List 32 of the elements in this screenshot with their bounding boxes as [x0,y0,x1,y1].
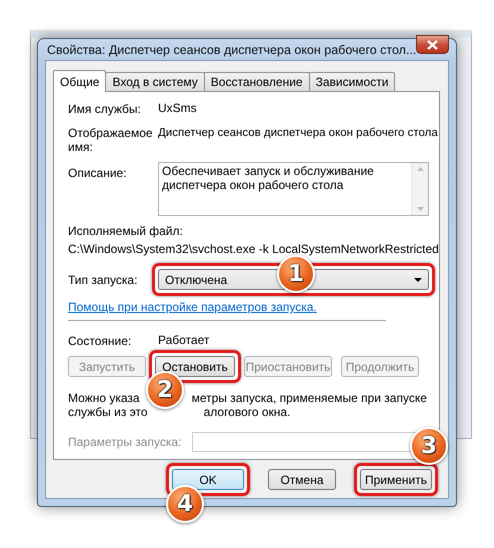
note-text: алогового окна. [204,405,290,419]
note-text: Можно указа [68,391,140,405]
dialog-button[interactable]: OK [172,469,244,490]
tab[interactable]: Общие [53,70,106,92]
dropdown-arrow-icon [414,278,422,282]
field-label: Состояние: [68,334,132,348]
executable-path: C:\Windows\System32\svchost.exe -k LocalSystemNetworkRestricted [68,242,439,257]
display-name: Диспетчер сеансов диспетчера окон рабочего стола [158,126,438,141]
service-status: Работает [158,333,210,348]
field-label: Исполняемый файл: [68,224,183,239]
tab[interactable]: Зависимости [308,72,396,91]
field-label: Тип запуска: [68,272,138,286]
tab[interactable]: Вход в систему [105,72,205,91]
help-link[interactable]: Помощь при настройке параметров запуска. [68,300,317,314]
service-button[interactable]: Остановить [155,356,235,377]
dialog-button[interactable]: Применить [360,469,432,490]
dialog-button[interactable]: Отмена [268,469,336,490]
window-title: Свойства: Диспетчер сеансов диспетчера окон рабочего стол... [46,42,416,56]
description-box[interactable]: Обеспечивает запуск и обслуживание диспетчера окон рабочего стола [158,162,429,216]
step-number-tooltip: 4 [166,485,204,523]
note-text: метры запуска, применяемые при запуске [192,391,427,405]
close-icon [427,40,438,50]
scroll-up-icon[interactable] [416,167,424,171]
note-text: службы из это [68,405,148,419]
field-label: Имя службы: [68,102,142,116]
tab[interactable]: Восстановление [204,72,310,91]
field-label: Параметры запуска: [68,435,182,449]
field-label: Описание: [68,165,128,180]
close-button[interactable] [416,35,449,54]
field-label: Отображаемое имя: [68,126,154,154]
scroll-down-icon[interactable] [416,207,424,211]
service-name: UxSms [158,101,197,116]
